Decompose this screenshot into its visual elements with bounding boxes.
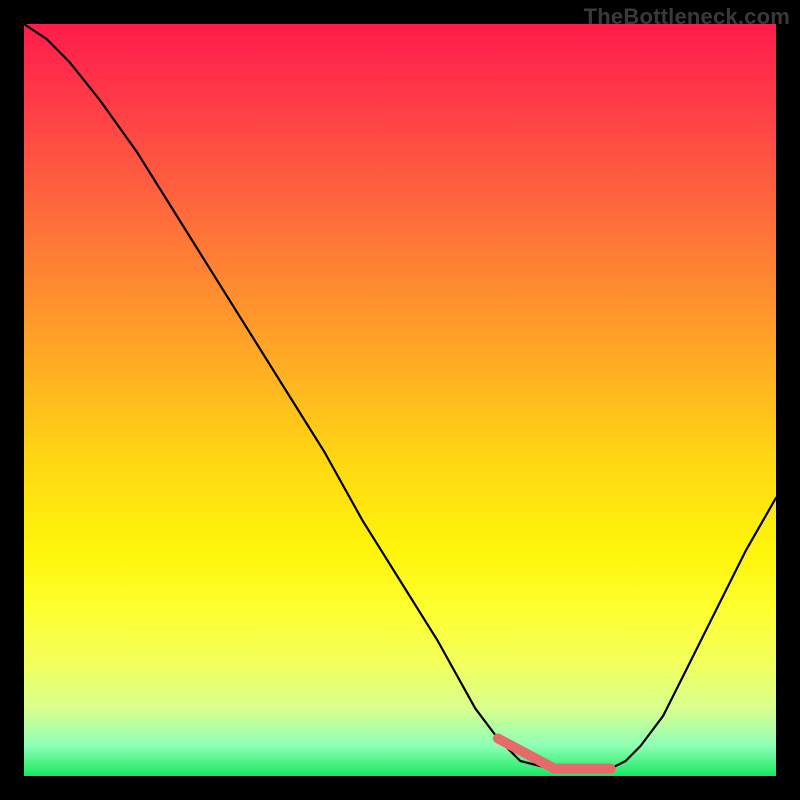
bottleneck-curve-svg bbox=[24, 24, 776, 776]
watermark-text: TheBottleneck.com bbox=[584, 4, 790, 30]
optimal-range-marker bbox=[498, 738, 611, 768]
chart-frame: TheBottleneck.com bbox=[0, 0, 800, 800]
bottleneck-curve bbox=[24, 24, 776, 769]
plot-background-gradient bbox=[24, 24, 776, 776]
